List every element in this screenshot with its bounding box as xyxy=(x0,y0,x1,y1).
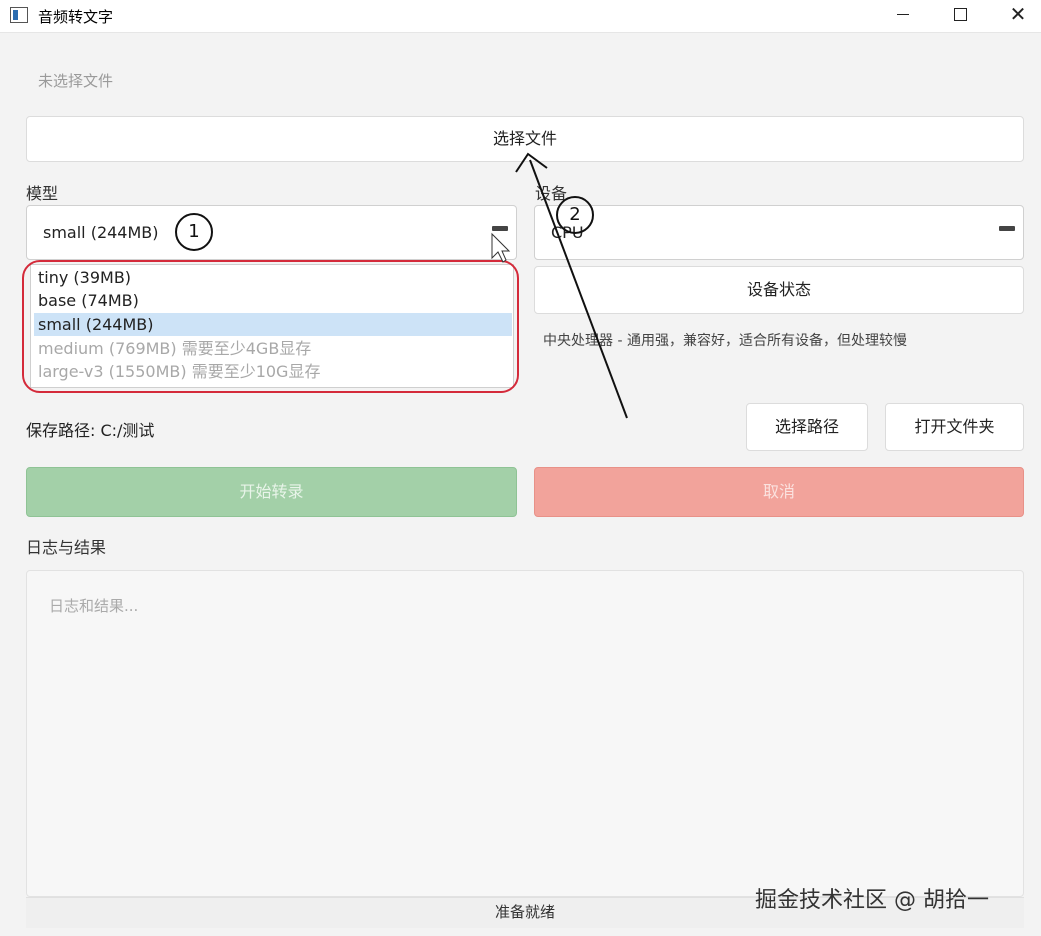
log-textarea[interactable]: 日志和结果... xyxy=(26,570,1024,897)
file-status-label: 未选择文件 xyxy=(38,72,114,90)
watermark-text: 掘金技术社区 @ 胡拾一 xyxy=(755,888,989,913)
window-title: 音频转文字 xyxy=(38,8,114,26)
model-option-medium: medium (769MB) 需要至少4GB显存 xyxy=(38,339,312,358)
model-select-value: small (244MB) xyxy=(43,223,159,242)
device-select[interactable]: CPU xyxy=(534,205,1024,260)
model-option-base[interactable]: base (74MB) xyxy=(34,289,512,312)
device-description: 中央处理器 - 通用强，兼容好，适合所有设备，但处理较慢 xyxy=(543,333,907,349)
model-option-large-v3: large-v3 (1550MB) 需要至少10G显存 xyxy=(38,362,321,381)
log-label: 日志与结果 xyxy=(26,538,107,557)
dropdown-arrow-icon[interactable] xyxy=(999,226,1015,231)
device-status-button[interactable]: 设备状态 xyxy=(534,266,1024,314)
save-path-label: 保存路径: C:/测试 xyxy=(26,421,155,440)
minimize-button[interactable] xyxy=(880,0,926,30)
maximize-button[interactable] xyxy=(937,0,983,30)
select-file-button[interactable]: 选择文件 xyxy=(26,116,1024,162)
model-option-tiny[interactable]: tiny (39MB) xyxy=(34,266,512,289)
log-placeholder: 日志和结果... xyxy=(49,597,139,615)
close-button[interactable]: ✕ xyxy=(995,0,1041,30)
start-transcribe-button[interactable]: 开始转录 xyxy=(26,467,517,517)
choose-path-button[interactable]: 选择路径 xyxy=(746,403,868,451)
open-folder-button[interactable]: 打开文件夹 xyxy=(885,403,1024,451)
model-dropdown-list: tiny (39MB) base (74MB) small (244MB) me… xyxy=(30,264,514,388)
model-select[interactable]: small (244MB) xyxy=(26,205,517,260)
dropdown-arrow-icon[interactable] xyxy=(492,226,508,231)
annotation-marker-2: 2 xyxy=(556,196,594,234)
annotation-marker-1: 1 xyxy=(175,213,213,251)
title-bar: 音频转文字 ✕ xyxy=(0,0,1041,33)
model-option-small[interactable]: small (244MB) xyxy=(34,313,512,336)
model-label: 模型 xyxy=(26,184,59,203)
cancel-button[interactable]: 取消 xyxy=(534,467,1024,517)
app-icon xyxy=(10,7,28,23)
